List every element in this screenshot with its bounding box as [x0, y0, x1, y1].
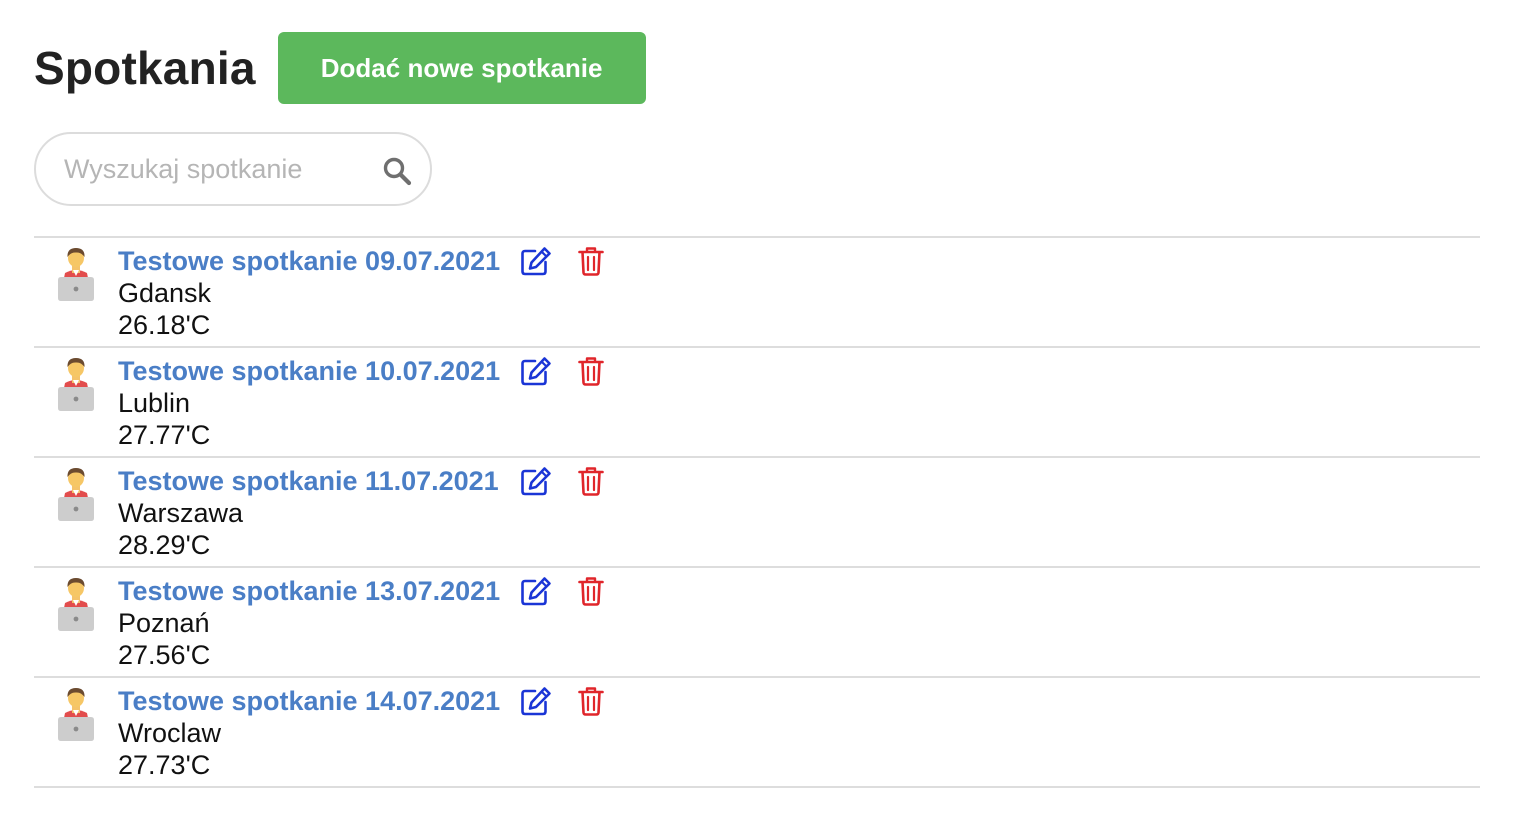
- trash-icon[interactable]: [578, 686, 604, 716]
- meeting-city: Gdansk: [118, 278, 212, 308]
- user-laptop-icon: [58, 248, 94, 301]
- user-laptop-icon: [58, 578, 94, 631]
- meeting-city: Wroclaw: [118, 718, 222, 748]
- meeting-title-link[interactable]: Testowe spotkanie 10.07.2021: [118, 354, 500, 388]
- user-laptop-icon: [58, 688, 94, 741]
- trash-icon[interactable]: [578, 246, 604, 276]
- user-laptop-icon: [58, 358, 94, 411]
- meeting-list-item: Testowe spotkanie 10.07.2021 Lublin 27.7…: [34, 348, 1480, 458]
- meeting-city: Lublin: [118, 388, 191, 418]
- page-title: Spotkania: [34, 42, 256, 94]
- meeting-temperature: 27.77'C: [118, 420, 211, 450]
- trash-icon[interactable]: [578, 466, 604, 496]
- meeting-city: Poznań: [118, 608, 210, 638]
- meeting-list-item: Testowe spotkanie 09.07.2021 Gdansk 26.1…: [34, 238, 1480, 348]
- edit-icon[interactable]: [520, 686, 552, 716]
- meeting-temperature: 27.56'C: [118, 640, 211, 670]
- meeting-temperature: 27.73'C: [118, 750, 211, 780]
- meeting-city: Warszawa: [118, 498, 244, 528]
- meeting-list-item: Testowe spotkanie 11.07.2021 Warszawa 28…: [34, 458, 1480, 568]
- search-icon[interactable]: [382, 156, 412, 186]
- page-header: Spotkania Dodać nowe spotkanie: [34, 32, 646, 104]
- search-input[interactable]: [64, 134, 364, 204]
- meeting-list: Testowe spotkanie 09.07.2021 Gdansk 26.1…: [34, 236, 1480, 788]
- meeting-title-link[interactable]: Testowe spotkanie 14.07.2021: [118, 684, 500, 718]
- search-box[interactable]: [34, 132, 432, 206]
- trash-icon[interactable]: [578, 576, 604, 606]
- meetings-page: Spotkania Dodać nowe spotkanie Testowe s…: [0, 0, 1518, 826]
- user-laptop-icon: [58, 468, 94, 521]
- add-meeting-button[interactable]: Dodać nowe spotkanie: [277, 32, 646, 104]
- edit-icon[interactable]: [520, 246, 552, 276]
- meeting-temperature: 28.29'C: [118, 530, 211, 560]
- meeting-temperature: 26.18'C: [118, 310, 211, 340]
- edit-icon[interactable]: [520, 356, 552, 386]
- meeting-title-link[interactable]: Testowe spotkanie 11.07.2021: [118, 464, 499, 498]
- meeting-title-link[interactable]: Testowe spotkanie 09.07.2021: [118, 244, 500, 278]
- edit-icon[interactable]: [520, 466, 552, 496]
- meeting-title-link[interactable]: Testowe spotkanie 13.07.2021: [118, 574, 500, 608]
- meeting-list-item: Testowe spotkanie 14.07.2021 Wroclaw 27.…: [34, 678, 1480, 788]
- trash-icon[interactable]: [578, 356, 604, 386]
- meeting-list-item: Testowe spotkanie 13.07.2021 Poznań 27.5…: [34, 568, 1480, 678]
- edit-icon[interactable]: [520, 576, 552, 606]
